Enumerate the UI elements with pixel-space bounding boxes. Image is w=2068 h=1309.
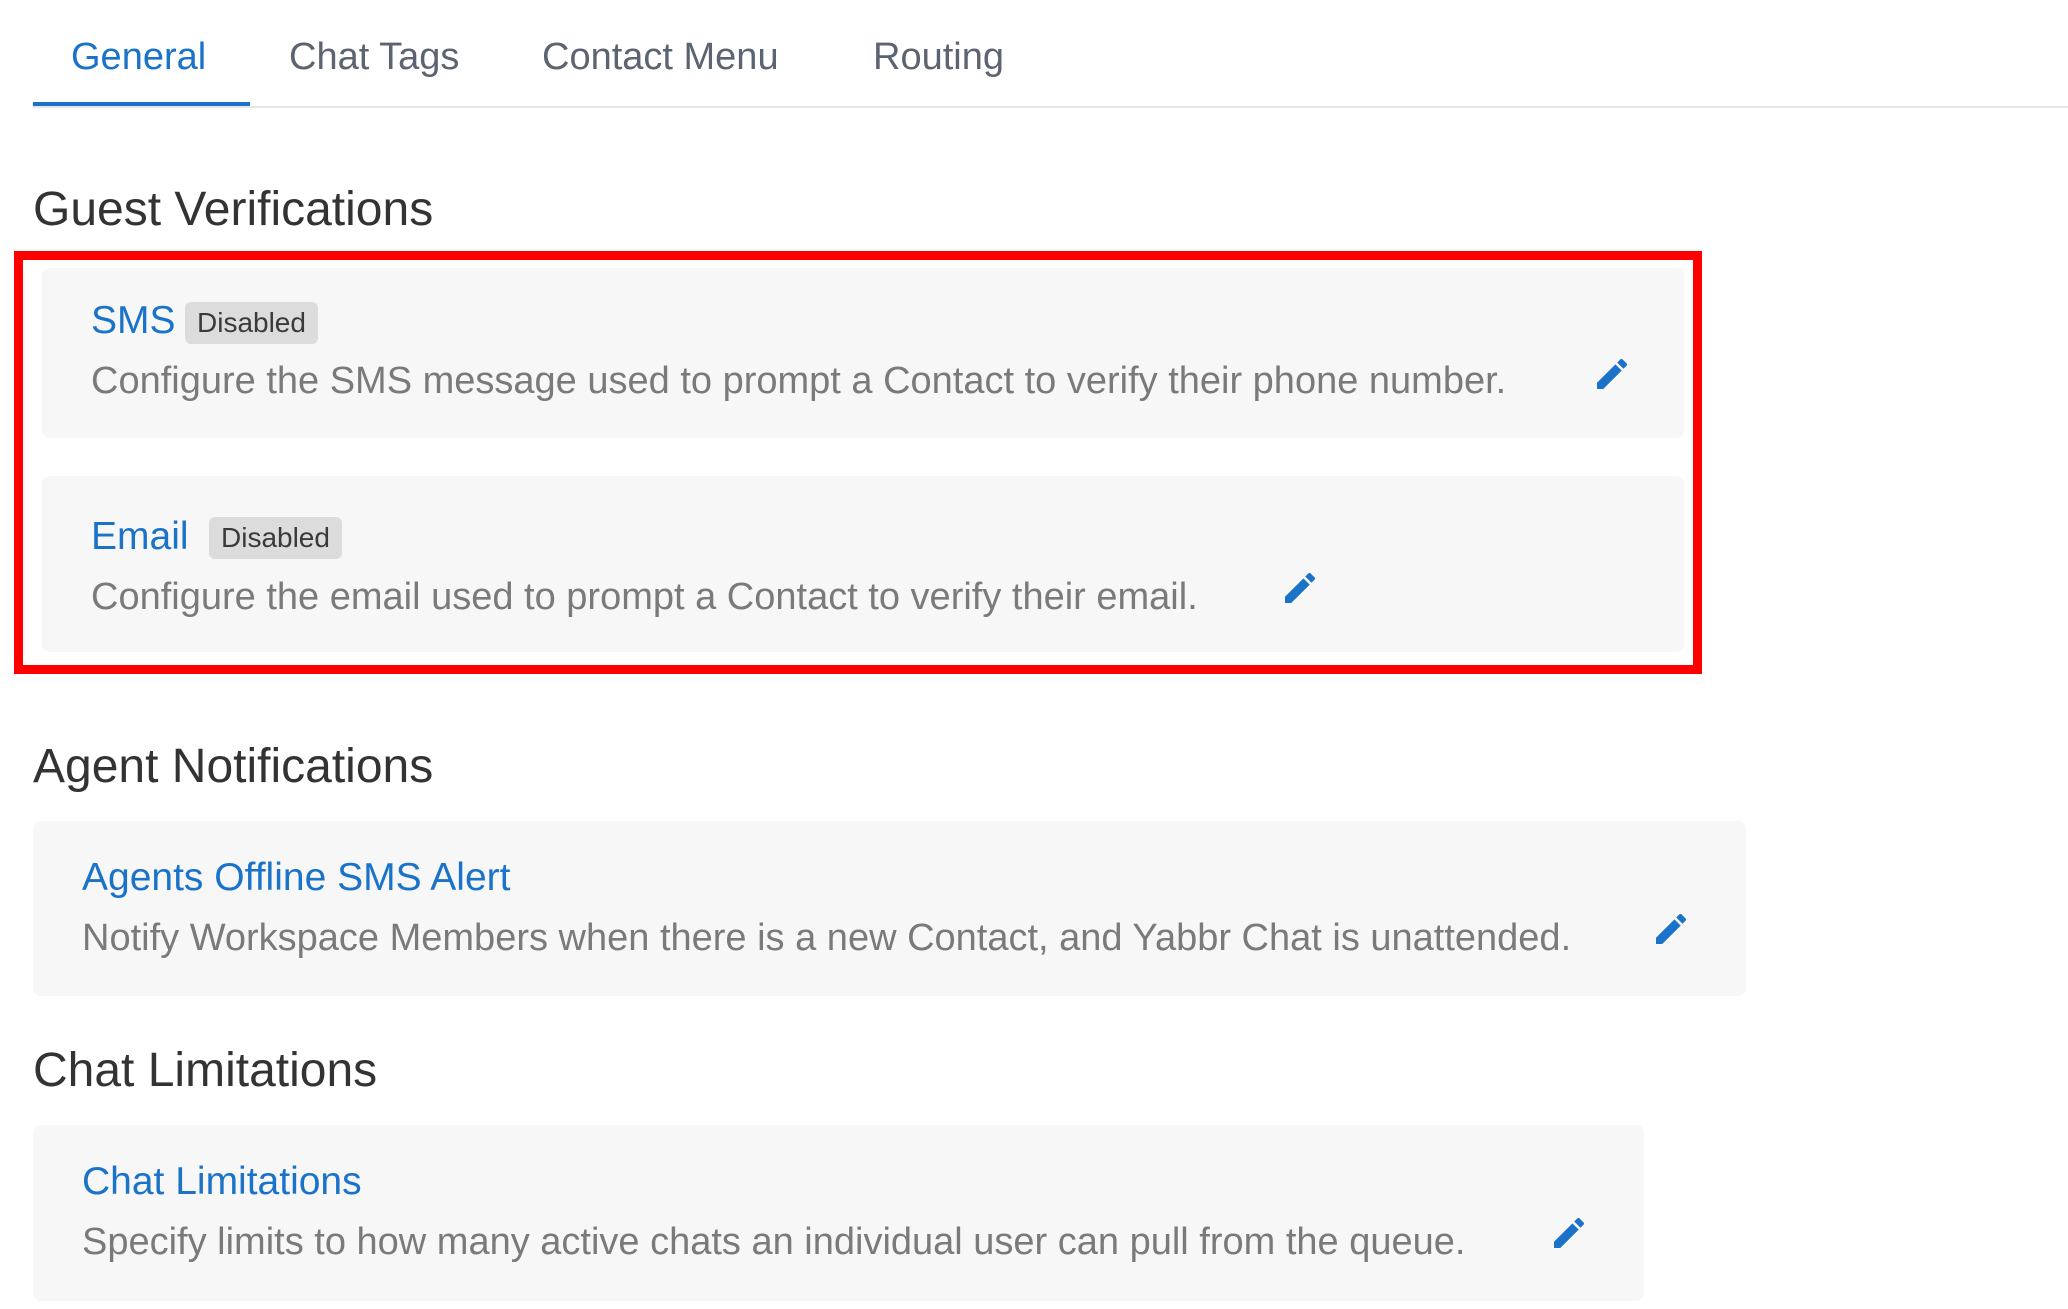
section-title-chat-limitations: Chat Limitations — [33, 1044, 378, 1097]
section-title-guest-verifications: Guest Verifications — [33, 183, 434, 236]
tab-contact-menu[interactable]: Contact Menu — [542, 30, 779, 84]
chat-limitations-title[interactable]: Chat Limitations — [82, 1157, 362, 1207]
pencil-icon[interactable] — [1651, 909, 1691, 949]
tab-routing[interactable]: Routing — [873, 30, 1004, 84]
agents-offline-sms-alert-title[interactable]: Agents Offline SMS Alert — [82, 853, 511, 903]
tab-general[interactable]: General — [71, 30, 206, 84]
pencil-icon[interactable] — [1549, 1213, 1589, 1253]
agents-offline-sms-alert-card: Agents Offline SMS Alert Notify Workspac… — [33, 821, 1746, 996]
tab-chat-tags[interactable]: Chat Tags — [289, 30, 459, 84]
section-title-agent-notifications: Agent Notifications — [33, 740, 434, 793]
chat-limitations-card: Chat Limitations Specify limits to how m… — [33, 1125, 1644, 1301]
highlight-box — [14, 251, 1702, 674]
tab-bar: General Chat Tags Contact Menu Routing — [33, 0, 2068, 108]
chat-limitations-description: Specify limits to how many active chats … — [82, 1221, 1466, 1263]
agents-offline-sms-alert-description: Notify Workspace Members when there is a… — [82, 917, 1572, 959]
active-tab-indicator — [33, 102, 250, 106]
